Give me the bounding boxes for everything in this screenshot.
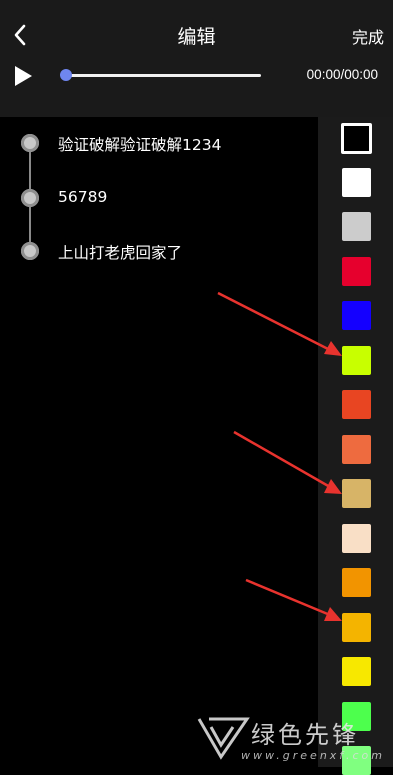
color-swatch[interactable] xyxy=(342,434,371,464)
play-button[interactable] xyxy=(12,64,34,88)
progress-track[interactable] xyxy=(66,74,261,77)
watermark: 绿色先锋 www.greenxf.com xyxy=(195,713,393,767)
progress-knob[interactable] xyxy=(60,69,72,81)
color-swatch[interactable] xyxy=(342,479,371,508)
color-swatch[interactable] xyxy=(342,612,371,642)
watermark-url: www.greenxf.com xyxy=(241,749,385,762)
caption-text: 验证破解验证破解1234 xyxy=(58,136,222,154)
color-swatch[interactable] xyxy=(342,345,371,375)
color-swatch[interactable] xyxy=(342,256,371,286)
watermark-name: 绿色先锋 xyxy=(251,721,359,749)
play-icon xyxy=(15,66,32,86)
page-title: 编辑 xyxy=(177,26,216,48)
caption-list: 验证破解验证破解1234 56789 上山打老虎回家了 xyxy=(0,117,318,767)
done-button[interactable]: 完成 xyxy=(352,24,384,48)
color-swatch[interactable] xyxy=(341,123,372,154)
caption-item[interactable]: 上山打老虎回家了 xyxy=(0,237,318,267)
color-swatch[interactable] xyxy=(342,167,371,197)
caption-text: 上山打老虎回家了 xyxy=(58,244,183,262)
color-swatch[interactable] xyxy=(342,568,371,597)
color-swatch[interactable] xyxy=(342,212,371,241)
caption-item[interactable]: 验证破解验证破解1234 xyxy=(0,129,318,159)
caption-dot xyxy=(21,189,39,207)
color-palette xyxy=(318,117,393,775)
color-swatch[interactable] xyxy=(342,523,371,553)
time-display: 00:00/00:00 xyxy=(306,67,378,82)
color-swatch[interactable] xyxy=(342,657,371,686)
top-bar: 编辑 完成 00:00/00:00 xyxy=(0,0,393,117)
caption-dot xyxy=(21,134,39,152)
caption-item[interactable]: 56789 xyxy=(0,184,318,214)
color-swatch[interactable] xyxy=(342,301,371,330)
caption-text: 56789 xyxy=(58,188,108,206)
color-swatch[interactable] xyxy=(342,390,371,419)
caption-dot xyxy=(21,242,39,260)
